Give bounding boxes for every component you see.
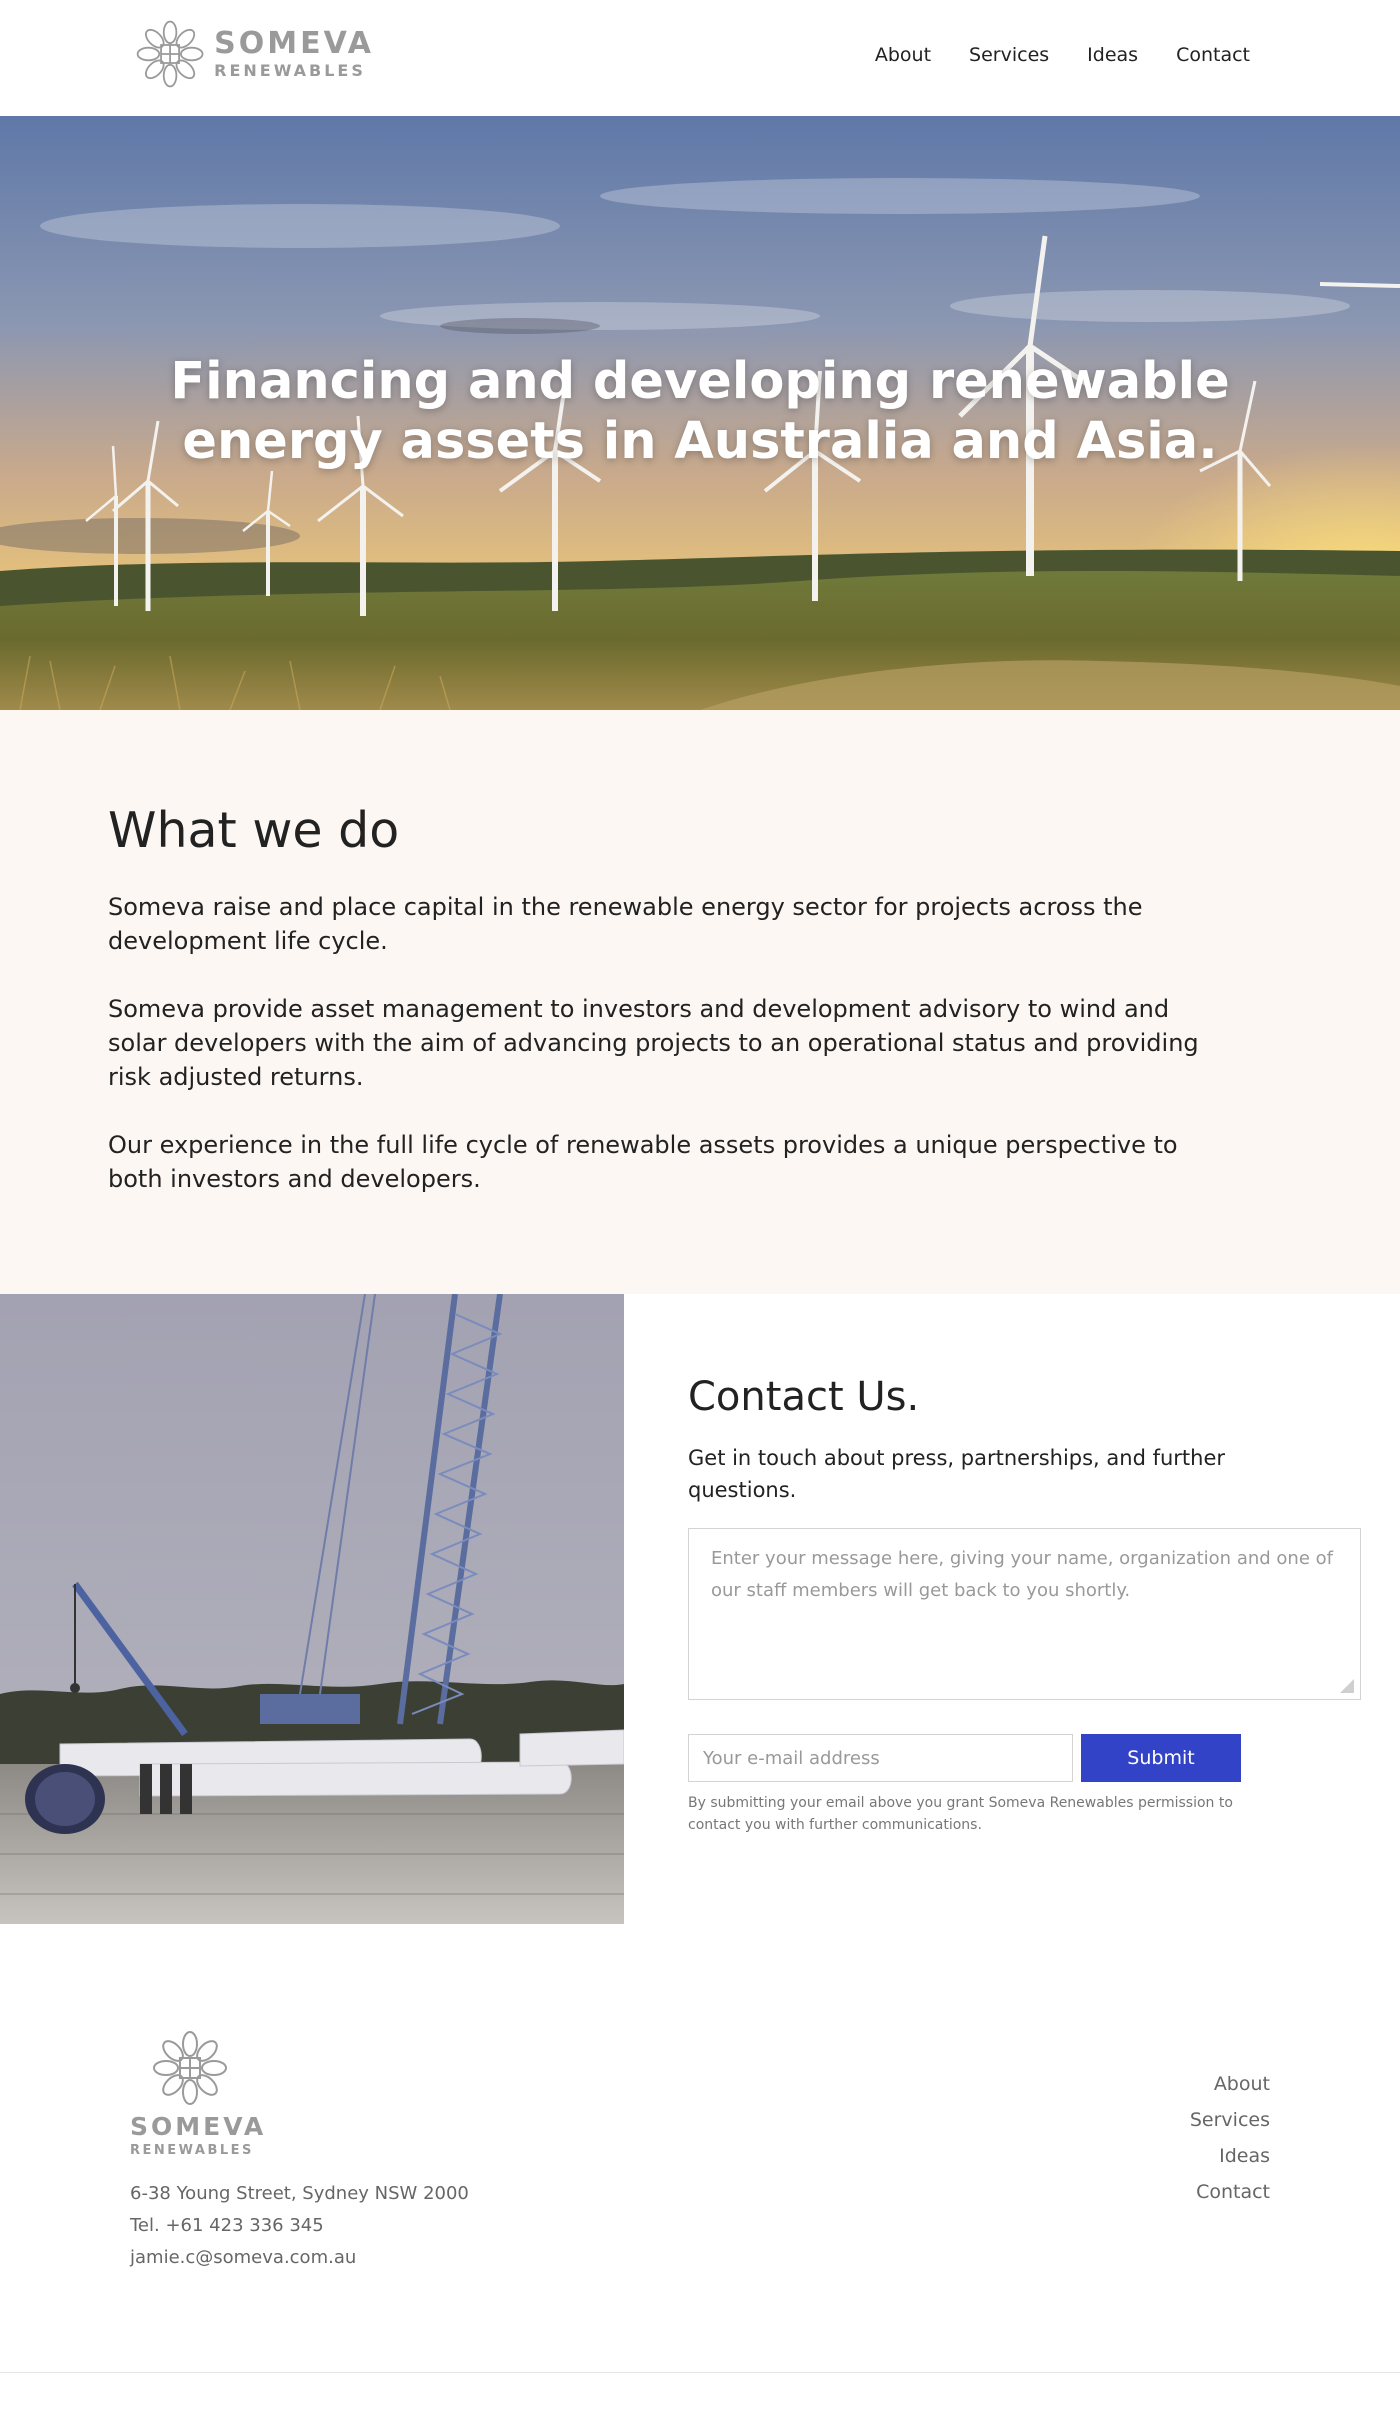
email-input[interactable] <box>688 1734 1073 1782</box>
footer-contact-link[interactable]: Contact <box>1190 2174 1270 2210</box>
contact-section: Contact Us. Get in touch about press, pa… <box>0 1294 1400 1924</box>
hero-title: Financing and developing renewable energ… <box>0 352 1400 472</box>
leaf-emblem-icon <box>136 20 204 88</box>
footer-phone: Tel. +61 423 336 345 <box>130 2215 324 2236</box>
hero-title-line-2: energy assets in Australia and Asia. <box>182 412 1218 471</box>
footer-email[interactable]: jamie.c@someva.com.au <box>130 2246 630 2270</box>
footer-address: 6-38 Young Street, Sydney NSW 2000 <box>130 2183 469 2204</box>
footer-logo-wordmark: SOMEVA <box>130 2112 267 2141</box>
contact-heading: Contact Us. <box>688 1374 920 1420</box>
leaf-emblem-icon <box>153 2031 227 2105</box>
logo-subtitle: RENEWABLES <box>214 61 366 80</box>
email-disclaimer: By submitting your email above you grant… <box>688 1795 1233 1833</box>
hero-title-line-1: Financing and developing renewable <box>170 352 1230 411</box>
footer-about-link[interactable]: About <box>1190 2066 1270 2102</box>
resize-grip-icon[interactable] <box>1340 1679 1354 1693</box>
nav-ideas-link[interactable]: Ideas <box>1087 44 1138 66</box>
footer-ideas-link[interactable]: Ideas <box>1190 2138 1270 2174</box>
message-textarea[interactable] <box>688 1528 1361 1700</box>
logo-wordmark: SOMEVA <box>214 26 374 61</box>
contact-intro: Get in touch about press, partnerships, … <box>688 1446 1226 1502</box>
what-we-do-section: What we do Someva raise and place capita… <box>0 710 1400 1294</box>
header-logo[interactable]: SOMEVA RENEWABLES <box>134 14 374 94</box>
main-nav: About Services Ideas Contact <box>875 44 1250 66</box>
site-footer: SOMEVA RENEWABLES 6-38 Young Street, Syd… <box>0 1924 1400 2422</box>
footer-nav: About Services Ideas Contact <box>1190 2066 1270 2210</box>
nav-about-link[interactable]: About <box>875 44 931 66</box>
nav-contact-link[interactable]: Contact <box>1176 44 1250 66</box>
submit-button[interactable]: Submit <box>1081 1734 1241 1782</box>
footer-services-link[interactable]: Services <box>1190 2102 1270 2138</box>
what-we-do-heading: What we do <box>108 802 400 859</box>
nav-services-link[interactable]: Services <box>969 44 1049 66</box>
what-paragraph-3: Our experience in the full life cycle of… <box>108 1131 1178 1193</box>
hero-banner: Financing and developing renewable energ… <box>0 116 1400 710</box>
what-paragraph-2: Someva provide asset management to inves… <box>108 995 1199 1091</box>
footer-logo[interactable]: SOMEVA RENEWABLES <box>130 2028 267 2158</box>
site-header: SOMEVA RENEWABLES About Services Ideas C… <box>0 0 1400 116</box>
footer-logo-subtitle: RENEWABLES <box>130 2143 254 2158</box>
construction-crane-image <box>0 1294 624 1924</box>
what-paragraph-1: Someva raise and place capital in the re… <box>108 893 1143 955</box>
footer-divider <box>0 2372 1400 2373</box>
